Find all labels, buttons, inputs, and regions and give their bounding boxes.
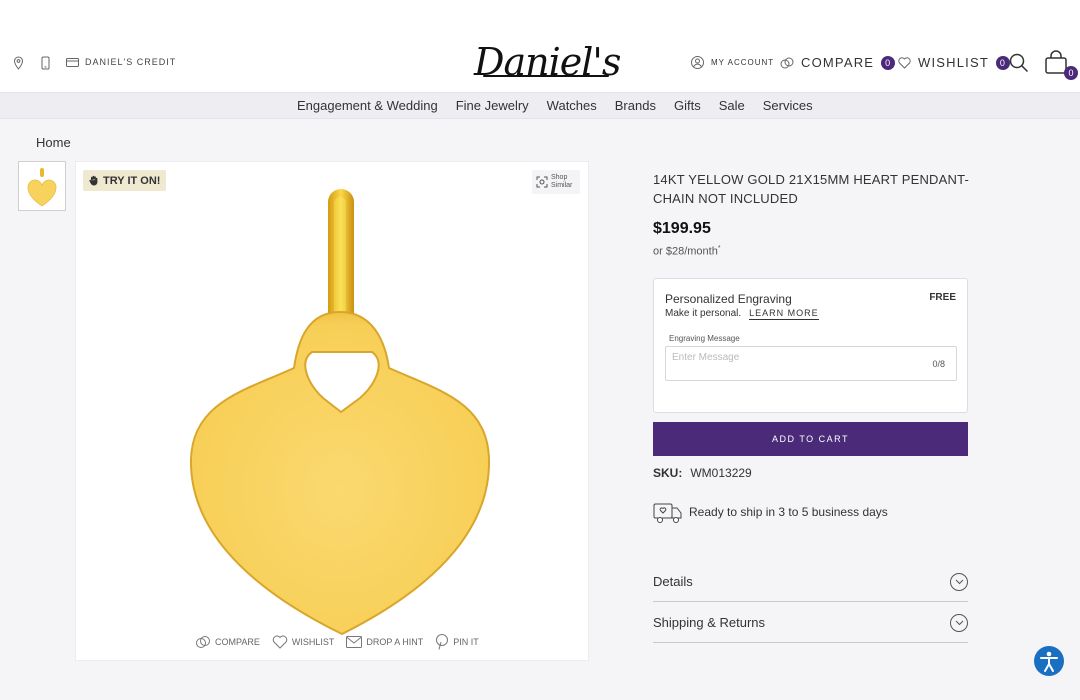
- image-actions: COMPARE WISHLIST DROP A HINT PIN IT: [195, 634, 479, 650]
- details-accordion[interactable]: Details: [653, 562, 968, 602]
- wishlist-action-label: WISHLIST: [291, 637, 335, 647]
- shipping-text: Ready to ship in 3 to 5 business days: [689, 505, 888, 519]
- shipping-returns-accordion[interactable]: Shipping & Returns: [653, 603, 968, 643]
- compare-rings-icon: [780, 56, 794, 70]
- nav-item-brands[interactable]: Brands: [615, 98, 656, 113]
- details-accordion-label: Details: [653, 574, 693, 589]
- shop-similar-label: Shop Similar: [551, 174, 573, 189]
- cart-count-badge: 0: [1064, 66, 1078, 80]
- engraving-subtitle-row: Make it personal. LEARN MORE: [665, 308, 819, 320]
- drop-a-hint-action[interactable]: DROP A HINT: [346, 634, 423, 650]
- nav-item-watches[interactable]: Watches: [547, 98, 597, 113]
- heart-icon: [898, 56, 911, 69]
- hand-icon: [89, 175, 99, 186]
- envelope-icon: [346, 636, 363, 648]
- main-product-image[interactable]: [75, 161, 589, 661]
- sku-value: WM013229: [690, 466, 752, 480]
- product-price: $199.95: [653, 220, 711, 237]
- camera-scan-icon: [536, 176, 548, 188]
- product-title: 14KT YELLOW GOLD 21X15MM HEART PENDANT-C…: [653, 172, 970, 206]
- accessibility-icon[interactable]: [1034, 646, 1064, 676]
- sku-label: SKU:: [653, 466, 683, 480]
- nav-item-services[interactable]: Services: [763, 98, 813, 113]
- wishlist-link[interactable]: WISHLIST 0: [898, 55, 1010, 70]
- wishlist-count-badge: 0: [996, 55, 1010, 70]
- chevron-down-icon: [950, 613, 968, 632]
- logo-underline: [483, 75, 609, 77]
- nav-item-engagement-wedding[interactable]: Engagement & Wedding: [297, 98, 438, 113]
- nav-items: Engagement & Wedding Fine Jewelry Watche…: [297, 98, 813, 113]
- daniels-logo[interactable]: Daniel's: [474, 40, 621, 84]
- wishlist-action[interactable]: WISHLIST: [272, 634, 335, 650]
- heart-pendant-image: [189, 189, 491, 636]
- engraving-char-counter: 0/8: [932, 359, 945, 369]
- compare-label: COMPARE: [801, 55, 875, 70]
- pin-it-action[interactable]: PIN IT: [435, 634, 479, 650]
- nav-item-fine-jewelry[interactable]: Fine Jewelry: [456, 98, 529, 113]
- compare-count-badge: 0: [881, 55, 896, 70]
- engraving-panel: Personalized Engraving FREE Make it pers…: [653, 278, 968, 413]
- product-thumbnail[interactable]: [18, 161, 66, 211]
- breadcrumb-home[interactable]: Home: [36, 135, 71, 150]
- main-nav: Engagement & Wedding Fine Jewelry Watche…: [0, 92, 1080, 119]
- add-to-cart-button[interactable]: ADD TO CART: [653, 422, 968, 456]
- engraving-subtitle: Make it personal.: [665, 308, 742, 319]
- learn-more-link[interactable]: LEARN MORE: [749, 308, 819, 320]
- user-icon: [691, 56, 704, 69]
- compare-action-label: COMPARE: [215, 637, 260, 647]
- wishlist-label: WISHLIST: [918, 55, 989, 70]
- thumbnail-heart-image: [27, 168, 57, 207]
- sku-row: SKU: WM013229: [653, 466, 752, 480]
- engraving-price: FREE: [929, 292, 956, 303]
- map-pin-icon[interactable]: [13, 56, 24, 70]
- try-it-on-button[interactable]: TRY IT ON!: [83, 170, 167, 191]
- engraving-message-input[interactable]: [665, 346, 957, 381]
- engraving-title: Personalized Engraving: [665, 292, 792, 306]
- daniels-credit-link[interactable]: DANIEL'S CREDIT: [66, 57, 176, 67]
- shop-similar-button[interactable]: Shop Similar: [532, 170, 580, 194]
- my-account-link[interactable]: MY ACCOUNT: [691, 56, 774, 69]
- pinterest-icon: [435, 634, 449, 650]
- engraving-field-label: Engraving Message: [669, 334, 740, 343]
- try-it-on-label: TRY IT ON!: [103, 174, 161, 187]
- credit-card-icon: [66, 57, 79, 67]
- compare-rings-icon: [195, 634, 211, 650]
- compare-action[interactable]: COMPARE: [195, 634, 260, 650]
- drop-a-hint-label: DROP A HINT: [366, 637, 424, 647]
- shipping-returns-accordion-label: Shipping & Returns: [653, 615, 766, 630]
- monthly-footnote-mark: *: [717, 245, 721, 252]
- search-icon[interactable]: [1009, 53, 1029, 73]
- pin-it-label: PIN IT: [453, 637, 479, 647]
- nav-item-sale[interactable]: Sale: [719, 98, 745, 113]
- my-account-label: MY ACCOUNT: [711, 58, 775, 67]
- nav-item-gifts[interactable]: Gifts: [674, 98, 701, 113]
- shipping-info: Ready to ship in 3 to 5 business days: [653, 500, 888, 524]
- phone-icon[interactable]: [41, 56, 50, 70]
- chevron-down-icon: [950, 572, 968, 591]
- delivery-truck-icon: [653, 500, 683, 524]
- monthly-payment[interactable]: or $28/month*: [653, 245, 721, 258]
- compare-link[interactable]: COMPARE 0: [780, 55, 896, 70]
- credit-label: DANIEL'S CREDIT: [85, 57, 177, 67]
- heart-icon: [272, 635, 288, 649]
